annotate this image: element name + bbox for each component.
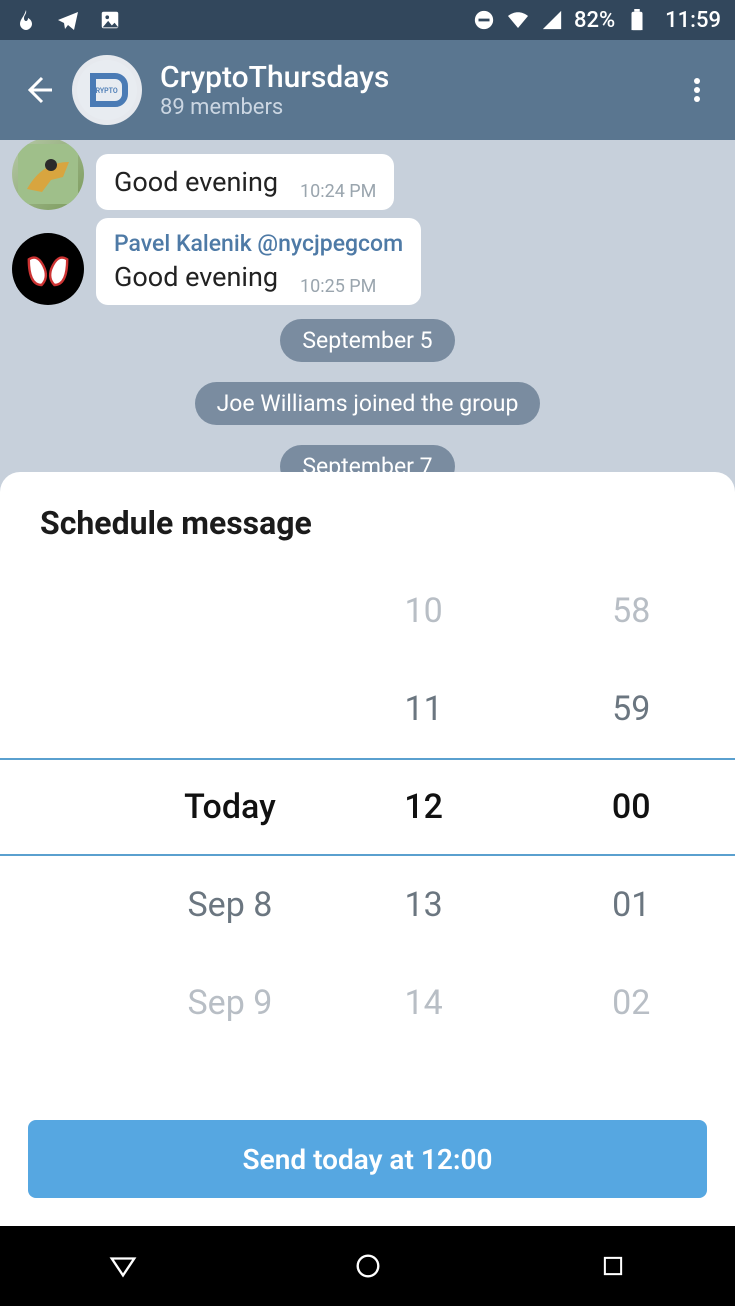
sheet-title: Schedule message (0, 504, 735, 562)
picker-item[interactable]: 58 (527, 562, 735, 660)
signal-icon (540, 8, 564, 32)
battery-percent: 82% (574, 8, 615, 33)
picker-item[interactable]: Sep 9 (50, 954, 320, 1052)
minute-picker[interactable]: 58 59 00 01 02 (527, 562, 735, 1100)
picker-item[interactable]: 01 (527, 856, 735, 954)
svg-text:CRYPTO: CRYPTO (91, 87, 118, 95)
nav-recents-button[interactable] (573, 1241, 653, 1291)
picker-item[interactable]: Today (50, 758, 320, 856)
message-text: Good evening (114, 261, 278, 293)
app-bar: CRYPTO CryptoThursdays 89 members (0, 40, 735, 140)
clock-text: 11:59 (665, 8, 721, 33)
image-icon (98, 8, 122, 32)
date-separator: September 5 (280, 319, 454, 362)
sender-avatar[interactable] (12, 140, 84, 210)
picker-item[interactable]: 00 (527, 758, 735, 856)
message-text: Good evening (114, 166, 278, 198)
chat-avatar[interactable]: CRYPTO (72, 55, 142, 125)
nav-back-button[interactable] (83, 1241, 163, 1291)
day-picker[interactable]: Today Sep 8 Sep 9 (0, 562, 320, 1100)
picker-item[interactable] (50, 660, 320, 758)
message-time: 10:25 PM (300, 276, 376, 297)
dnd-icon (472, 8, 496, 32)
chat-subtitle: 89 members (160, 95, 389, 120)
nav-home-button[interactable] (328, 1241, 408, 1291)
picker-item[interactable]: 11 (320, 660, 528, 758)
picker-item[interactable]: 59 (527, 660, 735, 758)
sender-avatar[interactable] (12, 233, 84, 305)
message-sender: Pavel Kalenik @nycjpegcom (114, 230, 403, 257)
picker-item[interactable]: 02 (527, 954, 735, 1052)
system-message: Joe Williams joined the group (195, 382, 541, 425)
android-nav-bar (0, 1226, 735, 1306)
more-menu-button[interactable] (673, 66, 721, 114)
picker-item[interactable]: 14 (320, 954, 528, 1052)
picker-item[interactable]: 10 (320, 562, 528, 660)
battery-icon (625, 8, 649, 32)
tinder-icon (14, 8, 38, 32)
message-time: 10:24 PM (300, 181, 376, 202)
hour-picker[interactable]: 10 11 12 13 14 (320, 562, 528, 1100)
schedule-sheet: Schedule message Today Sep 8 Sep 9 10 11… (0, 472, 735, 1226)
picker-item[interactable]: Sep 8 (50, 856, 320, 954)
message-row[interactable]: Good evening 10:24 PM (0, 140, 735, 214)
chat-title-block[interactable]: CryptoThursdays 89 members (160, 60, 389, 120)
back-button[interactable] (14, 66, 62, 114)
picker-item[interactable]: 12 (320, 758, 528, 856)
telegram-icon (56, 8, 80, 32)
picker-item[interactable] (50, 562, 320, 660)
picker-item[interactable]: 13 (320, 856, 528, 954)
message-row[interactable]: Pavel Kalenik @nycjpegcom Good evening 1… (0, 214, 735, 309)
wifi-icon (506, 8, 530, 32)
message-bubble[interactable]: Pavel Kalenik @nycjpegcom Good evening 1… (96, 218, 421, 305)
message-bubble[interactable]: Good evening 10:24 PM (96, 154, 394, 210)
status-bar: 82% 11:59 (0, 0, 735, 40)
chat-title: CryptoThursdays (160, 60, 389, 95)
send-scheduled-button[interactable]: Send today at 12:00 (28, 1120, 707, 1198)
